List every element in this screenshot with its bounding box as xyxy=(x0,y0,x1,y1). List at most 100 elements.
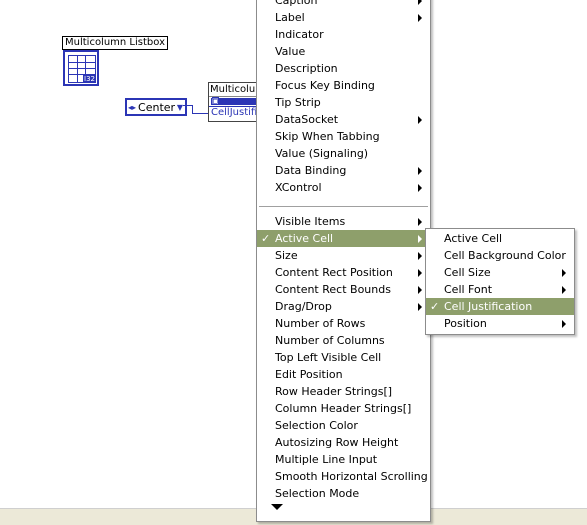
submenu-arrow-icon xyxy=(418,0,422,5)
menu-item-label: Data Binding xyxy=(275,164,347,177)
menu-item-label: DataSocket xyxy=(275,113,339,126)
reference-icon: ▣ xyxy=(212,97,219,105)
menu-item-content-rect-bounds[interactable]: Content Rect Bounds xyxy=(257,281,430,298)
menu-item-active-cell[interactable]: ✓ Active Cell xyxy=(257,230,430,247)
menu-item-cell-size[interactable]: Cell Size xyxy=(426,264,574,281)
dropdown-icon: ▼ xyxy=(176,102,183,112)
menu-item-cell-font[interactable]: Cell Font xyxy=(426,281,574,298)
menu-item-label: Selection Color xyxy=(275,419,358,432)
menu-item-content-rect-position[interactable]: Content Rect Position xyxy=(257,264,430,281)
submenu-arrow-icon xyxy=(418,184,422,192)
menu-item-data-binding[interactable]: Data Binding xyxy=(257,162,430,179)
scroll-down-icon[interactable] xyxy=(271,504,283,510)
menu-item-label: Autosizing Row Height xyxy=(275,436,399,449)
justification-enum-constant[interactable]: ◂▸ Center ▼ xyxy=(125,98,187,116)
submenu-arrow-icon xyxy=(418,269,422,277)
submenu-arrow-icon xyxy=(562,269,566,277)
menu-item-visible-items[interactable]: Visible Items xyxy=(257,213,430,230)
property-node[interactable]: Multicolumn ▣ CellJustifi xyxy=(208,82,262,122)
menu-item-label: Cell Background Color xyxy=(444,249,566,262)
menu-item-label: Content Rect Position xyxy=(275,266,393,279)
menu-item-number-of-rows[interactable]: Number of Rows xyxy=(257,315,430,332)
enum-value: Center xyxy=(138,100,176,114)
submenu-arrow-icon xyxy=(418,167,422,175)
menu-item-tip-strip[interactable]: Tip Strip xyxy=(257,94,430,111)
menu-item-label: Caption xyxy=(275,0,318,7)
submenu-arrow-icon xyxy=(562,320,566,328)
menu-item-active-cell[interactable]: Active Cell xyxy=(426,230,574,247)
menu-item-label: Active Cell xyxy=(444,232,503,245)
menu-item-column-header-strings[interactable]: Column Header Strings[] xyxy=(257,400,430,417)
reference-terminal[interactable]: ▣ xyxy=(211,97,259,105)
menu-item-label: Number of Columns xyxy=(275,334,385,347)
menu-item-value-signaling[interactable]: Value (Signaling) xyxy=(257,145,430,162)
menu-item-number-of-columns[interactable]: Number of Columns xyxy=(257,332,430,349)
menu-item-autosizing-row-height[interactable]: Autosizing Row Height xyxy=(257,434,430,451)
menu-item-selection-color[interactable]: Selection Color xyxy=(257,417,430,434)
menu-item-label: Column Header Strings[] xyxy=(275,402,412,415)
menu-item-label[interactable]: Label xyxy=(257,9,430,26)
menu-item-label: Value (Signaling) xyxy=(275,147,369,160)
menu-item-label: Indicator xyxy=(275,28,324,41)
active-cell-submenu: Active Cell Cell Background Color Cell Siz… xyxy=(425,228,575,335)
menu-item-xcontrol[interactable]: XControl xyxy=(257,179,430,196)
listbox-terminal-label: Multicolumn Listbox xyxy=(62,36,168,50)
menu-item-label: Edit Position xyxy=(275,368,343,381)
checkmark-icon: ✓ xyxy=(430,300,440,313)
property-context-menu: Caption Label Indicator Value Description Foc… xyxy=(256,0,431,522)
menu-item-label: Value xyxy=(275,45,306,58)
menu-item-label: Drag/Drop xyxy=(275,300,332,313)
menu-item-size[interactable]: Size xyxy=(257,247,430,264)
menu-item-label: Skip When Tabbing xyxy=(275,130,380,143)
menu-item-label: Visible Items xyxy=(275,215,346,228)
menu-item-label: Tip Strip xyxy=(275,96,321,109)
menu-item-label: XControl xyxy=(275,181,322,194)
listbox-terminal[interactable]: I32 xyxy=(63,50,99,86)
menu-item-caption[interactable]: Caption xyxy=(257,0,430,9)
checkmark-icon: ✓ xyxy=(261,232,271,245)
menu-item-label: Position xyxy=(444,317,487,330)
menu-item-label: Cell Size xyxy=(444,266,491,279)
menu-item-focus-key-binding[interactable]: Focus Key Binding xyxy=(257,77,430,94)
submenu-arrow-icon xyxy=(418,303,422,311)
menu-item-value[interactable]: Value xyxy=(257,43,430,60)
submenu-arrow-icon xyxy=(418,116,422,124)
menu-separator xyxy=(259,206,428,208)
menu-item-smooth-horizontal-scrolling[interactable]: Smooth Horizontal Scrolling xyxy=(257,468,430,485)
menu-item-skip-when-tabbing[interactable]: Skip When Tabbing xyxy=(257,128,430,145)
menu-item-datasocket[interactable]: DataSocket xyxy=(257,111,430,128)
menu-item-label: Row Header Strings[] xyxy=(275,385,393,398)
menu-item-label: Multiple Line Input xyxy=(275,453,378,466)
wire-segment xyxy=(192,113,209,114)
menu-item-indicator[interactable]: Indicator xyxy=(257,26,430,43)
menu-item-label: Active Cell xyxy=(275,232,334,245)
menu-item-label: Selection Mode xyxy=(275,487,360,500)
menu-item-selection-mode[interactable]: Selection Mode xyxy=(257,485,430,502)
submenu-arrow-icon xyxy=(418,235,422,243)
menu-item-label: Smooth Horizontal Scrolling xyxy=(275,470,428,483)
menu-item-drag-drop[interactable]: Drag/Drop xyxy=(257,298,430,315)
menu-item-position[interactable]: Position xyxy=(426,315,574,332)
menu-item-label: Cell Font xyxy=(444,283,493,296)
submenu-arrow-icon xyxy=(418,286,422,294)
menu-item-edit-position[interactable]: Edit Position xyxy=(257,366,430,383)
menu-item-row-header-strings[interactable]: Row Header Strings[] xyxy=(257,383,430,400)
menu-item-label: Description xyxy=(275,62,338,75)
menu-item-label: Content Rect Bounds xyxy=(275,283,391,296)
data-type-tag: I32 xyxy=(83,75,96,83)
menu-item-cell-background-color[interactable]: Cell Background Color xyxy=(426,247,574,264)
menu-item-cell-justification[interactable]: ✓ Cell Justification xyxy=(426,298,574,315)
menu-item-label: Label xyxy=(275,11,305,24)
submenu-arrow-icon xyxy=(418,218,422,226)
menu-item-multiple-line-input[interactable]: Multiple Line Input xyxy=(257,451,430,468)
menu-item-description[interactable]: Description xyxy=(257,60,430,77)
property-item-cell-justification[interactable]: CellJustifi xyxy=(209,106,261,119)
menu-item-label: Number of Rows xyxy=(275,317,366,330)
menu-item-label: Top Left Visible Cell xyxy=(275,351,382,364)
menu-item-label: Cell Justification xyxy=(444,300,533,313)
menu-item-label: Focus Key Binding xyxy=(275,79,375,92)
submenu-arrow-icon xyxy=(418,252,422,260)
menu-item-top-left-visible-cell[interactable]: Top Left Visible Cell xyxy=(257,349,430,366)
submenu-arrow-icon xyxy=(562,286,566,294)
menu-item-label: Size xyxy=(275,249,298,262)
